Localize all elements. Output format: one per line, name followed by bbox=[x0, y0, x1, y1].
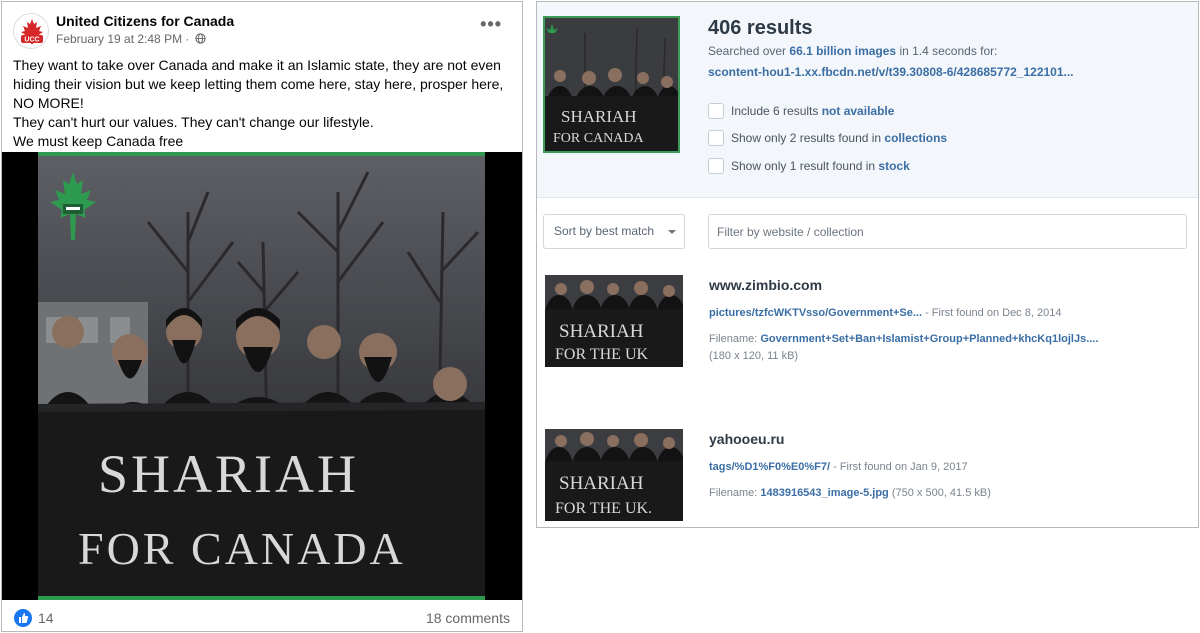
result-page-link[interactable]: pictures/tzfcWKTVsso/Government+Se... bbox=[709, 307, 922, 319]
query-image: SHARIAH FOR CANADA bbox=[545, 18, 678, 151]
banner-text-line: FOR THE UK. bbox=[555, 500, 652, 517]
svg-text:UCC: UCC bbox=[24, 37, 39, 44]
post-date[interactable]: February 19 at 2:48 PM bbox=[56, 32, 182, 46]
page-avatar[interactable]: UCC bbox=[13, 13, 49, 49]
post-image[interactable]: SHARIAH FOR CANADA bbox=[2, 152, 522, 600]
query-image-url[interactable]: scontent-hou1-1.xx.fbcdn.net/v/t39.30808… bbox=[708, 65, 1074, 79]
banner-text-line: SHARIAH bbox=[561, 107, 637, 126]
page-name[interactable]: United Citizens for Canada bbox=[56, 13, 234, 29]
result-item: SHARIAH FOR THE UK. yahooeu.ru tags/%D1%… bbox=[537, 429, 1198, 529]
result-item: SHARIAH FOR THE UK www.zimbio.com pictur… bbox=[537, 275, 1198, 375]
result-filename-link[interactable]: 1483916543_image-5.jpg bbox=[760, 487, 888, 499]
result-image-size: (750 x 500, 41.5 kB) bbox=[888, 487, 991, 499]
indexed-image-count[interactable]: 66.1 billion images bbox=[789, 44, 896, 58]
post-text-line: We must keep Canada free bbox=[13, 133, 184, 149]
result-thumbnail[interactable]: SHARIAH FOR THE UK bbox=[545, 275, 683, 367]
like-count[interactable]: 14 bbox=[38, 610, 54, 626]
sort-dropdown-value: Sort by best match bbox=[554, 224, 655, 238]
checkbox-label: Show only 2 results found in bbox=[731, 131, 885, 145]
banner-text-line: FOR CANADA bbox=[78, 523, 406, 574]
post-timestamp[interactable]: February 19 at 2:48 PM · bbox=[56, 32, 206, 46]
checkbox[interactable] bbox=[708, 130, 724, 146]
checkbox-label: Show only 1 result found in bbox=[731, 159, 879, 173]
filter-website-input[interactable] bbox=[708, 214, 1187, 249]
banner-text-line: FOR CANADA bbox=[553, 131, 645, 146]
search-stats: Searched over 66.1 billion images in 1.4… bbox=[708, 44, 998, 58]
meta-separator: · bbox=[182, 32, 193, 46]
like-reaction[interactable] bbox=[14, 609, 32, 627]
more-options-icon[interactable]: ••• bbox=[480, 14, 502, 35]
filename-label: Filename: bbox=[709, 333, 761, 345]
result-page-link[interactable]: tags/%D1%F0%E0%F7/ bbox=[709, 461, 830, 473]
thumbs-up-icon bbox=[19, 613, 29, 623]
post-header: UCC United Citizens for Canada February … bbox=[2, 2, 522, 52]
result-image: SHARIAH FOR THE UK bbox=[545, 275, 683, 367]
comments-link[interactable]: 18 comments bbox=[426, 610, 510, 626]
protest-photo: SHARIAH FOR CANADA bbox=[38, 152, 485, 600]
result-filename-link[interactable]: Government+Set+Ban+Islamist+Group+Planne… bbox=[760, 333, 1098, 345]
facebook-post: UCC United Citizens for Canada February … bbox=[1, 1, 523, 632]
maple-leaf-icon: UCC bbox=[15, 15, 48, 48]
search-stats-prefix: Searched over bbox=[708, 44, 790, 58]
result-thumbnail[interactable]: SHARIAH FOR THE UK. bbox=[545, 429, 683, 521]
filename-label: Filename: bbox=[709, 487, 761, 499]
post-text-line: They can't hurt our values. They can't c… bbox=[13, 114, 374, 130]
result-filename-line: Filename: Government+Set+Ban+Islamist+Gr… bbox=[709, 333, 1098, 345]
result-domain[interactable]: yahooeu.ru bbox=[709, 431, 784, 447]
checkbox[interactable] bbox=[708, 103, 724, 119]
checkbox-label: Include 6 results bbox=[731, 104, 822, 118]
search-stats-suffix: in 1.4 seconds for: bbox=[896, 44, 998, 58]
checkbox-label-link[interactable]: not available bbox=[822, 104, 895, 118]
result-filename-line: Filename: 1483916543_image-5.jpg (750 x … bbox=[709, 487, 991, 499]
reverse-image-search-panel: SHARIAH FOR CANADA 406 results Searched … bbox=[536, 1, 1199, 528]
first-found-date: - First found on Jan 9, 2017 bbox=[830, 461, 968, 473]
banner-text-line: SHARIAH bbox=[98, 444, 359, 504]
banner-text-line: FOR THE UK bbox=[555, 346, 648, 363]
filter-checkbox-collections[interactable]: Show only 2 results found in collections bbox=[708, 129, 947, 147]
sort-dropdown[interactable]: Sort by best match bbox=[543, 214, 685, 249]
banner-text-line: SHARIAH bbox=[559, 473, 644, 494]
query-image-thumbnail[interactable]: SHARIAH FOR CANADA bbox=[543, 16, 680, 153]
result-image: SHARIAH FOR THE UK. bbox=[545, 429, 683, 521]
search-summary: SHARIAH FOR CANADA 406 results Searched … bbox=[537, 2, 1198, 198]
filter-checkbox-stock[interactable]: Show only 1 result found in stock bbox=[708, 157, 910, 175]
results-count-heading: 406 results bbox=[708, 17, 813, 39]
result-image-size: (180 x 120, 11 kB) bbox=[709, 350, 799, 362]
checkbox-label-link[interactable]: stock bbox=[878, 159, 909, 173]
post-text: They want to take over Canada and make i… bbox=[13, 56, 518, 151]
globe-icon bbox=[195, 33, 206, 44]
checkbox[interactable] bbox=[708, 158, 724, 174]
checkbox-label-link[interactable]: collections bbox=[884, 131, 947, 145]
first-found-date: - First found on Dec 8, 2014 bbox=[922, 307, 1062, 319]
result-domain[interactable]: www.zimbio.com bbox=[709, 277, 822, 293]
banner-text-line: SHARIAH bbox=[559, 321, 644, 342]
chevron-down-icon bbox=[668, 230, 676, 234]
post-footer: 14 18 comments bbox=[2, 600, 522, 631]
filter-checkbox-not-available[interactable]: Include 6 results not available bbox=[708, 102, 894, 120]
result-source-line: tags/%D1%F0%E0%F7/ - First found on Jan … bbox=[709, 461, 968, 473]
result-source-line: pictures/tzfcWKTVsso/Government+Se... - … bbox=[709, 307, 1061, 319]
post-text-line: They want to take over Canada and make i… bbox=[13, 57, 504, 111]
